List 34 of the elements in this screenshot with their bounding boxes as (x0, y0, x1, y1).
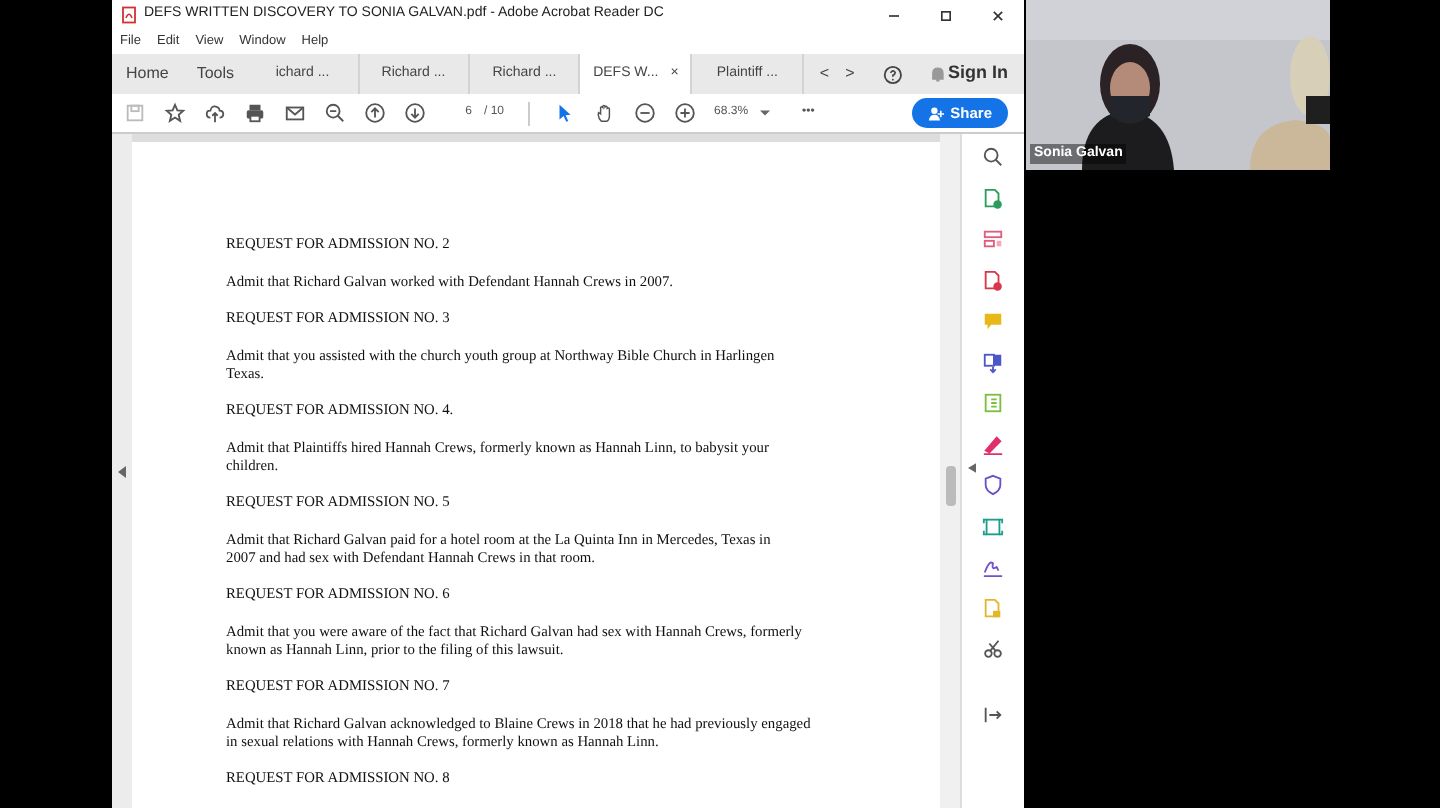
zoom-in-circle-icon[interactable] (674, 102, 697, 124)
star-icon[interactable] (164, 102, 186, 124)
expand-left-icon[interactable] (118, 465, 126, 477)
scissors-icon[interactable] (982, 638, 1004, 660)
combine-icon[interactable] (982, 351, 1004, 373)
nav-tab[interactable]: Tools (182, 54, 249, 94)
down-arrow-icon[interactable] (404, 102, 426, 124)
scroll-right-button[interactable]: > (845, 62, 855, 86)
nav-tab[interactable]: Home (112, 54, 183, 94)
document-icon[interactable] (982, 269, 1004, 291)
scroll-left-button[interactable]: < (819, 62, 830, 86)
help-icon[interactable] (882, 63, 905, 85)
mail-icon[interactable] (284, 102, 306, 124)
maximize-icon[interactable] (936, 5, 956, 25)
cloud-upload-icon[interactable] (204, 102, 226, 124)
layout-icon[interactable] (982, 228, 1004, 250)
print-icon[interactable] (244, 102, 266, 124)
person-add-icon (928, 105, 945, 121)
scrollbar[interactable] (940, 134, 960, 808)
document-icon[interactable] (982, 187, 1004, 209)
pen-icon[interactable] (982, 433, 1004, 455)
collapse-pane-icon[interactable] (968, 462, 976, 474)
zoom-out-circle-icon[interactable] (634, 102, 657, 124)
zoom-search-icon[interactable] (982, 146, 1004, 168)
shield-icon[interactable] (982, 474, 1004, 496)
zoom-out-icon[interactable] (324, 102, 346, 124)
close-icon[interactable] (988, 5, 1008, 25)
pdf-icon (120, 6, 138, 24)
sign-in-link[interactable]: Sign In (948, 60, 1024, 88)
scan-icon[interactable] (982, 515, 1004, 537)
signature-icon[interactable] (982, 556, 1004, 578)
caret-icon[interactable] (760, 110, 771, 116)
up-arrow-icon[interactable] (364, 102, 386, 124)
collapse-panel-icon[interactable] (982, 703, 1004, 725)
